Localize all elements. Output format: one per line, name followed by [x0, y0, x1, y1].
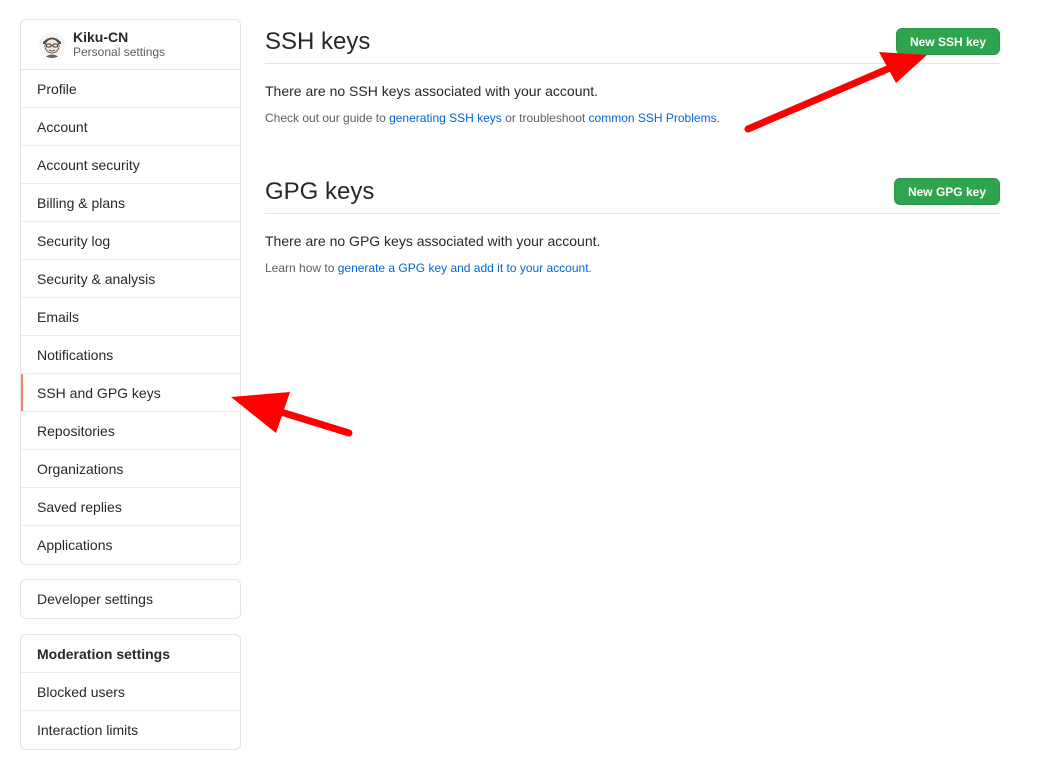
new-gpg-key-button[interactable]: New GPG key	[893, 178, 1000, 205]
menu-header: Kiku-CN Personal settings	[21, 20, 240, 70]
sidebar-item-account[interactable]: Account	[21, 108, 240, 146]
gpg-keys-section: GPG keys New GPG key There are no GPG ke…	[265, 170, 1000, 275]
sidebar-item-security-analysis[interactable]: Security & analysis	[21, 260, 240, 298]
settings-menu: Kiku-CN Personal settings Profile Accoun…	[20, 19, 241, 565]
ssh-help-middle: or troubleshoot	[501, 111, 589, 125]
user-subtitle: Personal settings	[73, 44, 166, 59]
sidebar-item-saved-replies[interactable]: Saved replies	[21, 488, 240, 526]
ssh-help-suffix: .	[716, 111, 720, 125]
red-arrow-icon	[231, 392, 353, 437]
sidebar-item-account-security[interactable]: Account security	[21, 146, 240, 184]
gpg-subhead: GPG keys New GPG key	[265, 170, 1000, 214]
common-ssh-problems-link[interactable]: common SSH Problems	[589, 111, 717, 125]
sidebar-item-organizations[interactable]: Organizations	[21, 450, 240, 488]
sidebar-item-ssh-gpg-keys[interactable]: SSH and GPG keys	[21, 374, 240, 412]
user-info: Kiku-CN Personal settings	[73, 29, 166, 60]
user-avatar-icon[interactable]	[39, 31, 65, 58]
gpg-title: GPG keys	[265, 177, 375, 205]
sidebar-item-blocked-users[interactable]: Blocked users	[21, 673, 240, 711]
moderation-menu: Moderation settings Blocked users Intera…	[20, 634, 241, 750]
sidebar-item-profile[interactable]: Profile	[21, 70, 240, 108]
generating-ssh-keys-link[interactable]: generating SSH keys	[389, 111, 502, 125]
sidebar-item-repositories[interactable]: Repositories	[21, 412, 240, 450]
moderation-heading: Moderation settings	[21, 635, 240, 673]
ssh-keys-section: SSH keys New SSH key There are no SSH ke…	[265, 20, 1000, 125]
sidebar-item-emails[interactable]: Emails	[21, 298, 240, 336]
gpg-help-prefix: Learn how to	[265, 261, 338, 275]
sidebar-item-notifications[interactable]: Notifications	[21, 336, 240, 374]
gpg-help-suffix: .	[588, 261, 592, 275]
generate-gpg-key-link[interactable]: generate a GPG key and add it to your ac…	[338, 261, 589, 275]
sidebar-item-interaction-limits[interactable]: Interaction limits	[21, 711, 240, 749]
gpg-empty-message: There are no GPG keys associated with yo…	[265, 233, 601, 249]
sidebar-item-developer-settings[interactable]: Developer settings	[21, 580, 240, 618]
ssh-title: SSH keys	[265, 27, 371, 55]
developer-menu: Developer settings	[20, 579, 241, 619]
sidebar-item-applications[interactable]: Applications	[21, 526, 240, 564]
gpg-help-text: Learn how to generate a GPG key and add …	[265, 261, 1000, 275]
sidebar-item-security-log[interactable]: Security log	[21, 222, 240, 260]
new-ssh-key-button[interactable]: New SSH key	[895, 28, 1000, 55]
user-name[interactable]: Kiku-CN	[73, 29, 165, 45]
ssh-subhead: SSH keys New SSH key	[265, 20, 1000, 64]
sidebar-item-billing[interactable]: Billing & plans	[21, 184, 240, 222]
ssh-help-prefix: Check out our guide to	[265, 111, 390, 125]
ssh-help-text: Check out our guide to generating SSH ke…	[265, 111, 1000, 125]
ssh-empty-message: There are no SSH keys associated with yo…	[265, 83, 599, 99]
